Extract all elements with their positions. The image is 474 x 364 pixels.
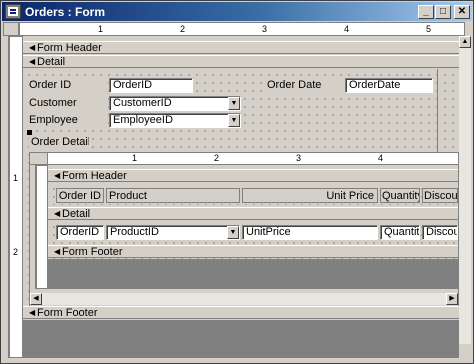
column-label-discount[interactable]: Discount [422,188,458,203]
product-combo[interactable]: ProductID ▼ [106,225,240,240]
order-id-field[interactable]: OrderID [109,78,193,93]
section-arrow-icon: ◀ [54,247,61,256]
subform-footer-section-bar[interactable]: ◀ Form Footer [48,245,458,258]
order-details-label[interactable]: Order Details [29,136,89,150]
product-combo-value: ProductID [110,226,159,238]
dropdown-arrow-icon[interactable]: ▼ [227,226,239,239]
ruler-corner[interactable] [3,22,19,36]
ruler-mark: 4 [378,153,384,163]
customer-combo-value: CustomerID [113,97,172,109]
ruler-mark: 2 [13,247,19,257]
section-arrow-icon: ◀ [29,308,36,317]
dropdown-arrow-icon[interactable]: ▼ [228,114,240,127]
ruler-mark: 4 [344,24,350,34]
form-footer-section-bar[interactable]: ◀ Form Footer [23,306,459,319]
form-header-section-bar[interactable]: ◀ Form Header [23,41,459,54]
section-arrow-icon: ◀ [54,171,61,180]
selection-handle[interactable] [27,130,32,135]
employee-combo[interactable]: EmployeeID ▼ [109,113,241,128]
scroll-up-arrow-icon[interactable]: ▲ [459,36,471,48]
section-arrow-icon: ◀ [29,57,36,66]
subform-horizontal-scrollbar[interactable]: ◀ ▶ [30,293,458,305]
form-icon[interactable] [5,4,21,19]
employee-label[interactable]: Employee [27,113,107,128]
horizontal-ruler[interactable]: 1 2 3 4 5 [19,22,465,36]
ruler-mark: 1 [13,173,19,183]
order-id-subfield[interactable]: OrderID [56,225,104,240]
title-bar[interactable]: Orders : Form _ □ ✕ [2,2,472,21]
subform-vertical-ruler[interactable] [36,165,48,289]
subform-horizontal-ruler[interactable]: 1 2 3 4 [48,153,458,165]
column-label-unit-price[interactable]: Unit Price [242,188,378,203]
customer-label[interactable]: Customer [27,96,107,111]
scroll-right-arrow-icon[interactable]: ▶ [446,293,458,305]
ruler-mark: 5 [426,24,432,34]
design-area: 1 2 3 4 5 ▲ 1 2 ◀ Form Header ◀ Detail O… [3,22,471,362]
subform-header-label: Form Header [62,170,127,182]
vertical-scrollbar[interactable]: ▲ [459,36,471,344]
dropdown-arrow-icon[interactable]: ▼ [228,97,240,110]
customer-combo[interactable]: CustomerID ▼ [109,96,241,111]
ruler-mark: 3 [262,24,268,34]
detail-section-bar[interactable]: ◀ Detail [23,55,459,68]
window-title: Orders : Form [25,5,106,19]
subform-detail-section-bar[interactable]: ◀ Detail [48,207,458,220]
order-id-label[interactable]: Order ID [27,78,107,93]
ruler-mark: 3 [296,153,302,163]
subform-footer-area[interactable] [48,259,458,289]
order-date-field[interactable]: OrderDate [345,78,433,93]
subform-footer-label: Form Footer [62,246,123,258]
ruler-mark: 1 [98,24,104,34]
order-details-subform[interactable]: 1 2 3 4 ◀ Form Header Order ID Product Un… [29,152,459,308]
column-label-quantity[interactable]: Quantity [380,188,420,203]
detail-label: Detail [37,56,66,68]
form-design-window: Orders : Form _ □ ✕ 1 2 3 4 5 ▲ 1 2 ◀ For… [0,0,474,364]
minimize-button[interactable]: _ [418,5,434,19]
subform-ruler-corner[interactable] [30,153,48,165]
scroll-left-arrow-icon[interactable]: ◀ [30,293,42,305]
maximize-button[interactable]: □ [435,5,451,19]
employee-combo-value: EmployeeID [113,114,173,126]
subform-header-section-bar[interactable]: ◀ Form Header [48,169,458,182]
ruler-mark: 2 [214,153,220,163]
form-footer-area[interactable] [23,320,459,358]
vertical-ruler[interactable]: 1 2 [9,36,23,358]
column-label-product[interactable]: Product [106,188,240,203]
ruler-mark: 1 [132,153,138,163]
column-label-order-id[interactable]: Order ID [56,188,104,203]
close-button[interactable]: ✕ [454,5,470,19]
section-arrow-icon: ◀ [54,209,61,218]
discount-field[interactable]: Discount [422,225,458,240]
form-header-label: Form Header [37,42,102,54]
form-footer-label: Form Footer [37,307,98,319]
section-arrow-icon: ◀ [29,43,36,52]
order-date-label[interactable]: Order Date [265,78,343,93]
subform-detail-label: Detail [62,208,91,220]
quantity-field[interactable]: Quantity [380,225,420,240]
ruler-mark: 2 [180,24,186,34]
unit-price-field[interactable]: UnitPrice [242,225,378,240]
